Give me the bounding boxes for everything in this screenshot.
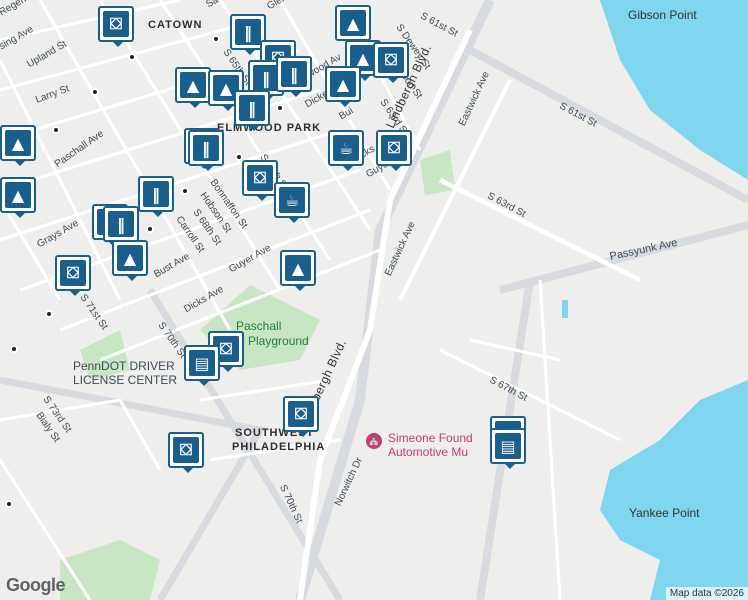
park-ne <box>420 150 455 195</box>
shopping-bag-icon: ⛋ <box>247 165 273 191</box>
rail-station-icon[interactable] <box>181 187 189 195</box>
playground-label: Playground <box>248 334 309 348</box>
school-marker[interactable]: ▲ <box>112 240 148 281</box>
map-attribution[interactable]: Map data ©2026 <box>665 587 748 600</box>
s-63rd-road <box>438 177 642 283</box>
school-marker[interactable]: ▲ <box>0 177 36 218</box>
school-icon: ▲ <box>5 130 31 156</box>
shopping-bag-icon: ⛋ <box>378 47 404 73</box>
penndot-label-1: PennDOT DRIVER <box>73 359 175 373</box>
rail-station-icon[interactable] <box>128 53 136 61</box>
river-water-south <box>600 380 748 600</box>
restaurant-marker[interactable]: ‖ <box>276 56 312 97</box>
school-icon: ▲ <box>5 182 31 208</box>
shopping-marker[interactable]: ⛋ <box>55 255 91 296</box>
shopping-bag-icon: ⛋ <box>381 135 407 161</box>
rail-station-icon[interactable] <box>91 88 99 96</box>
catown-label: CATOWN <box>148 19 203 31</box>
restaurant-marker[interactable]: ‖ <box>188 130 224 171</box>
shopping-marker[interactable]: ⛋ <box>283 396 319 437</box>
restaurant-marker[interactable]: ‖ <box>138 176 174 217</box>
coffee-cup-icon: ☕ <box>333 135 359 161</box>
school-marker[interactable]: ▲ <box>175 67 211 108</box>
rail-station-icon[interactable] <box>146 225 154 233</box>
restaurant-icon: ‖ <box>143 181 169 207</box>
school-marker[interactable]: ▲ <box>280 250 316 291</box>
rail-station-icon[interactable] <box>276 104 284 112</box>
restaurant-icon: ‖ <box>281 61 307 87</box>
shopping-cart-icon: ▤ <box>495 433 521 459</box>
restaurant-icon: ‖ <box>193 135 219 161</box>
restaurant-icon: ‖ <box>235 19 261 45</box>
shopping-marker[interactable]: ⛋ <box>242 160 278 201</box>
restaurant-marker[interactable]: ‖ <box>234 90 270 131</box>
coffee-cup-icon: ☕ <box>279 187 305 213</box>
school-icon: ▲ <box>180 72 206 98</box>
penndot-label-2: LICENSE CENTER <box>73 373 178 387</box>
cafe-marker[interactable]: ☕ <box>274 182 310 223</box>
school-icon: ▲ <box>340 10 366 36</box>
restaurant-marker[interactable]: ‖ <box>103 206 139 247</box>
rail-station-icon[interactable] <box>52 126 60 134</box>
map-view[interactable]: Gibson Point Yankee Point ELMWOOD PARK S… <box>0 0 748 600</box>
yankee-point-label: Yankee Point <box>629 506 700 520</box>
paschall-label: Paschall <box>236 319 282 333</box>
shopping-marker[interactable]: ⛋ <box>373 42 409 83</box>
museum-icon: ⛪ <box>366 433 382 449</box>
rail-station-icon[interactable] <box>212 35 220 43</box>
grocery-marker[interactable]: ▤ <box>184 345 220 386</box>
google-logo: Google <box>6 575 66 595</box>
cafe-marker[interactable]: ☕ <box>328 130 364 171</box>
shopping-bag-icon: ⛋ <box>288 401 314 427</box>
s-67th-road <box>439 348 621 442</box>
school-icon: ▲ <box>330 71 356 97</box>
rail-station-icon[interactable] <box>5 500 13 508</box>
restaurant-icon: ‖ <box>108 211 134 237</box>
school-marker[interactable]: ▲ <box>0 125 36 166</box>
simeone-label-2: Automotive Mu <box>388 445 469 459</box>
pond <box>562 300 568 318</box>
shopping-bag-icon: ⛋ <box>103 11 129 37</box>
eastwick-road <box>398 79 512 301</box>
grocery-marker[interactable]: ▤ <box>490 428 526 469</box>
shopping-marker[interactable]: ⛋ <box>168 432 204 473</box>
shopping-cart-icon: ▤ <box>189 350 215 376</box>
shopping-bag-icon: ⛋ <box>60 260 86 286</box>
river-water <box>600 0 748 180</box>
school-marker[interactable]: ▲ <box>325 66 361 107</box>
simeone-label-1: Simeone Found <box>388 431 473 445</box>
restaurant-icon: ‖ <box>239 95 265 121</box>
rail-station-icon[interactable] <box>45 310 53 318</box>
park-sw <box>60 540 160 600</box>
shopping-marker[interactable]: ⛋ <box>376 130 412 171</box>
shopping-marker[interactable]: ⛋ <box>98 6 134 47</box>
rail-station-icon[interactable] <box>10 345 18 353</box>
shopping-bag-icon: ⛋ <box>173 437 199 463</box>
gibson-point-label: Gibson Point <box>628 8 697 22</box>
school-marker[interactable]: ▲ <box>335 5 371 46</box>
rail-station-icon[interactable] <box>235 153 243 161</box>
school-icon: ▲ <box>285 255 311 281</box>
philadelphia-label: PHILADELPHIA <box>232 441 326 453</box>
school-icon: ▲ <box>117 245 143 271</box>
